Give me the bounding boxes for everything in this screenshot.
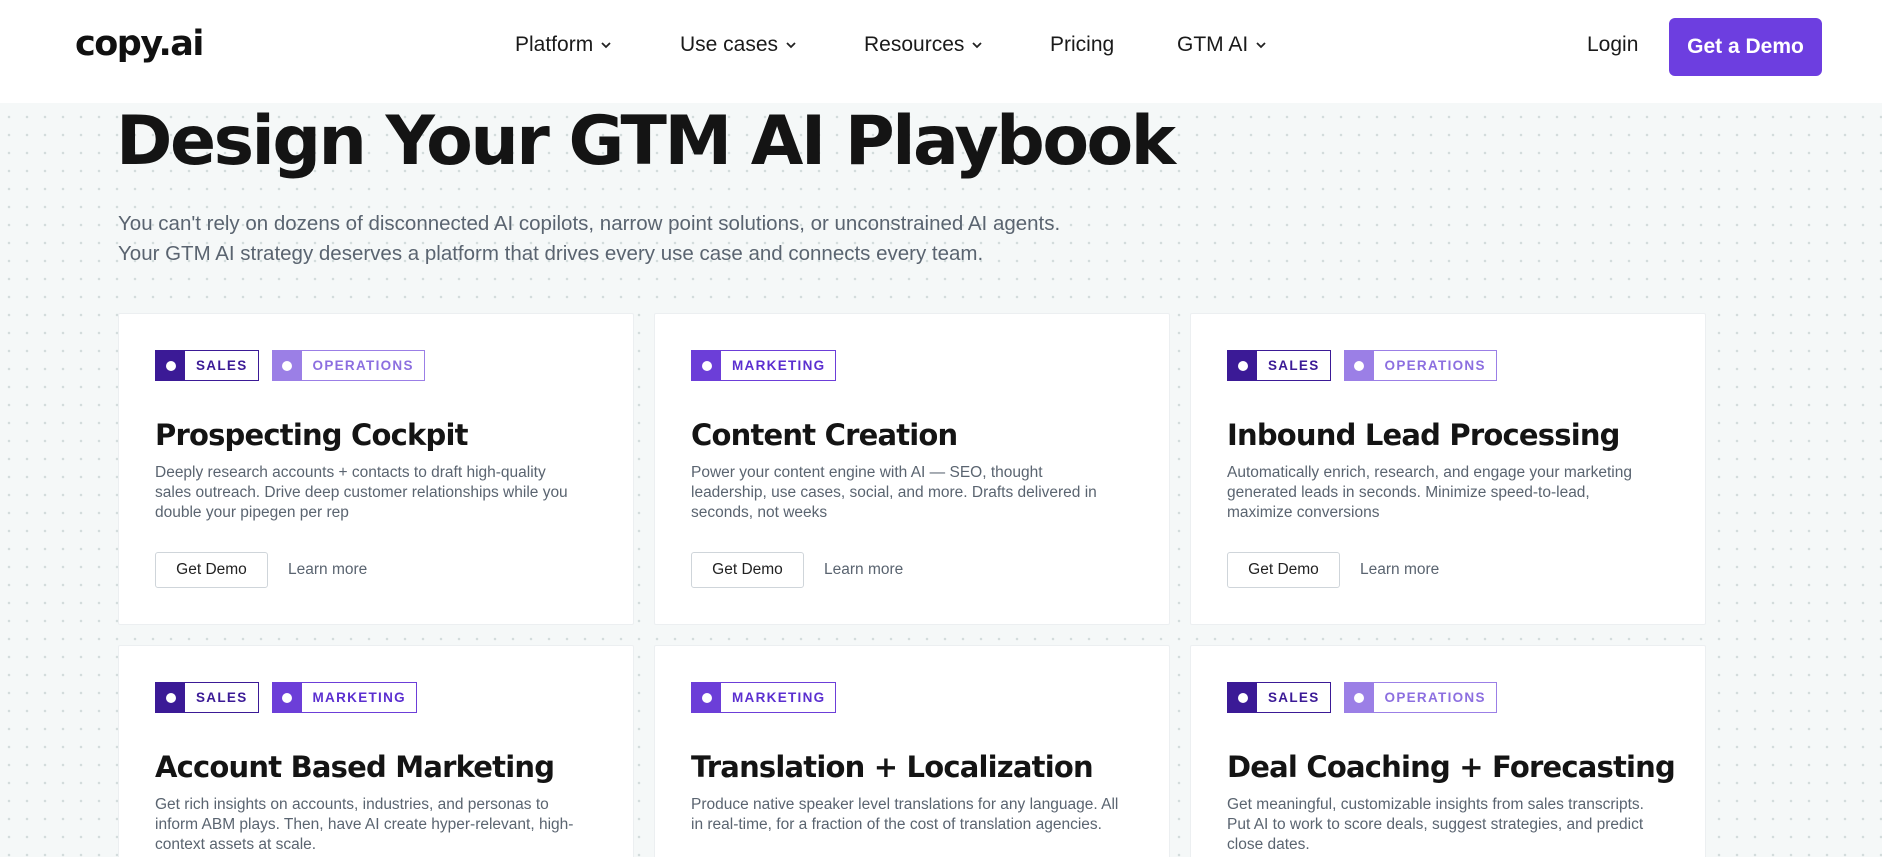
use-case-card: MARKETING Content Creation Power your cont… — [654, 313, 1170, 625]
tag-marketing: MARKETING — [271, 682, 417, 713]
tag-dot-icon — [156, 683, 185, 712]
tag-label: SALES — [1268, 690, 1320, 705]
page-title: Design Your GTM AI Playbook — [116, 102, 1176, 181]
hero-subtitle: You can't rely on dozens of disconnected… — [118, 209, 1168, 269]
login-link[interactable]: Login — [1587, 33, 1638, 57]
copyai-logo[interactable]: copy.ai — [75, 24, 204, 64]
use-case-card: SALES OPERATIONS Prospecting Cockpit Deeply… — [118, 313, 634, 625]
tag-label: SALES — [196, 690, 248, 705]
dot-icon — [165, 360, 176, 371]
tag-sales: SALES — [1227, 350, 1331, 381]
nav-gtm-ai-label: GTM AI — [1177, 33, 1249, 56]
nav-resources-label: Resources — [864, 33, 965, 56]
nav-platform[interactable]: Platform — [515, 33, 613, 57]
card-title: Content Creation — [691, 418, 958, 452]
dot-icon — [165, 692, 176, 703]
get-demo-button[interactable]: Get Demo — [155, 552, 268, 588]
tag-sales: SALES — [155, 350, 259, 381]
nav-resources[interactable]: Resources — [864, 33, 984, 57]
tag-label: OPERATIONS — [312, 358, 414, 373]
dot-icon — [701, 692, 712, 703]
card-description: Automatically enrich, research, and enga… — [1227, 464, 1632, 521]
card-description: Get rich insights on accounts, industrie… — [155, 796, 574, 853]
chevron-down-icon — [972, 42, 983, 49]
dot-icon — [1237, 360, 1248, 371]
dot-icon — [282, 360, 293, 371]
card-description: Produce native speaker level translation… — [691, 796, 1119, 833]
card-tags: MARKETING — [691, 682, 837, 713]
dot-icon — [1237, 692, 1248, 703]
hero-subtitle-line-2: Your GTM AI strategy deserves a platform… — [118, 242, 984, 265]
nav-platform-label: Platform — [515, 33, 594, 56]
card-tags: MARKETING — [691, 350, 837, 381]
tag-label: OPERATIONS — [1384, 358, 1486, 373]
chevron-down-icon — [601, 42, 611, 49]
card-tags: SALES OPERATIONS — [1227, 682, 1497, 713]
card-title: Account Based Marketing — [155, 750, 555, 784]
tag-dot-icon — [156, 351, 185, 380]
chevron-down-icon — [1256, 42, 1266, 49]
learn-more-link[interactable]: Learn more — [824, 561, 903, 579]
card-title: Deal Coaching + Forecasting — [1227, 750, 1676, 784]
tag-label: MARKETING — [312, 690, 406, 705]
tag-marketing: MARKETING — [691, 682, 837, 713]
card-description: Get meaningful, customizable insights fr… — [1227, 796, 1644, 853]
dot-icon — [1354, 692, 1365, 703]
nav-pricing-label: Pricing — [1050, 33, 1115, 56]
learn-more-link[interactable]: Learn more — [1360, 561, 1439, 579]
nav-use-cases[interactable]: Use cases — [680, 33, 798, 57]
dot-icon — [1354, 360, 1365, 371]
dot-icon — [282, 692, 293, 703]
nav-pricing[interactable]: Pricing — [1050, 33, 1114, 57]
hero-subtitle-line-1: You can't rely on dozens of disconnected… — [118, 212, 1061, 235]
card-title: Inbound Lead Processing — [1227, 418, 1620, 452]
card-title: Prospecting Cockpit — [155, 418, 469, 452]
tag-operations: OPERATIONS — [1343, 350, 1497, 381]
tag-label: SALES — [196, 358, 248, 373]
dot-icon — [701, 360, 712, 371]
tag-dot-icon — [1344, 351, 1374, 380]
get-a-demo-button[interactable]: Get a Demo — [1669, 18, 1822, 76]
card-title: Translation + Localization — [691, 750, 1094, 784]
site-header: copy.ai Platform Use cases Resources Pri… — [0, 0, 1882, 103]
use-case-card: SALES OPERATIONS Deal Coaching + Forecasti… — [1190, 645, 1706, 857]
use-case-card: SALES OPERATIONS Inbound Lead Processing Au… — [1190, 313, 1706, 625]
use-case-card: SALES MARKETING Account Based Marketing Get… — [118, 645, 634, 857]
tag-dot-icon — [272, 683, 302, 712]
tag-dot-icon — [272, 351, 302, 380]
tag-operations: OPERATIONS — [1343, 682, 1497, 713]
tag-label: MARKETING — [732, 358, 826, 373]
learn-more-link[interactable]: Learn more — [288, 561, 367, 579]
chevron-down-icon — [786, 42, 796, 49]
use-case-card: MARKETING Translation + Localization Produ… — [654, 645, 1170, 857]
tag-label: SALES — [1268, 358, 1320, 373]
get-demo-button[interactable]: Get Demo — [691, 552, 804, 588]
tag-dot-icon — [1228, 351, 1257, 380]
card-tags: SALES MARKETING — [155, 682, 417, 713]
tag-marketing: MARKETING — [691, 350, 837, 381]
nav-gtm-ai[interactable]: GTM AI — [1177, 33, 1268, 57]
tag-label: MARKETING — [732, 690, 826, 705]
tag-dot-icon — [1344, 683, 1374, 712]
tag-dot-icon — [692, 351, 721, 380]
tag-operations: OPERATIONS — [271, 350, 425, 381]
tag-dot-icon — [692, 683, 721, 712]
card-tags: SALES OPERATIONS — [155, 350, 425, 381]
card-description: Deeply research accounts + contacts to d… — [155, 464, 568, 521]
get-demo-button[interactable]: Get Demo — [1227, 552, 1340, 588]
tag-dot-icon — [1228, 683, 1257, 712]
card-tags: SALES OPERATIONS — [1227, 350, 1497, 381]
card-description: Power your content engine with AI — SEO,… — [691, 464, 1097, 521]
tag-sales: SALES — [155, 682, 259, 713]
tag-sales: SALES — [1227, 682, 1331, 713]
nav-use-cases-label: Use cases — [680, 33, 779, 56]
tag-label: OPERATIONS — [1384, 690, 1486, 705]
